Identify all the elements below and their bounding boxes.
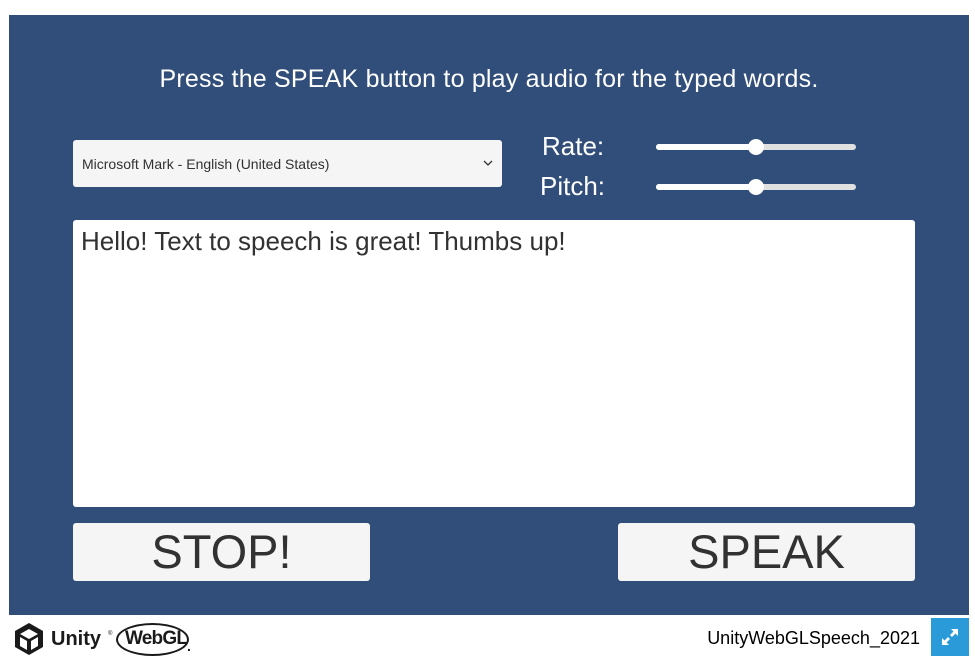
stop-button[interactable]: STOP!	[73, 523, 370, 581]
unity-canvas: Press the SPEAK button to play audio for…	[9, 15, 969, 615]
unity-webgl-logo: Unity ® WebGL .	[13, 620, 193, 658]
fullscreen-button[interactable]	[931, 618, 969, 656]
unity-wordmark: Unity	[51, 628, 101, 650]
unity-trademark: ®	[108, 631, 113, 637]
fullscreen-icon	[942, 629, 958, 645]
pitch-slider-fill	[656, 184, 756, 190]
rate-slider-handle[interactable]	[748, 139, 764, 155]
webgl-dot: .	[187, 638, 191, 654]
rate-slider[interactable]	[656, 137, 856, 157]
speech-text-input[interactable]: Hello! Text to speech is great! Thumbs u…	[73, 220, 915, 507]
speak-button[interactable]: SPEAK	[618, 523, 915, 581]
rate-label: Rate:	[542, 131, 605, 161]
chevron-down-icon	[481, 156, 495, 170]
voice-selected-label: Microsoft Mark - English (United States)	[82, 156, 330, 172]
pitch-label: Pitch:	[540, 171, 606, 201]
rate-slider-fill	[656, 144, 756, 150]
voice-dropdown[interactable]: Microsoft Mark - English (United States)	[73, 140, 502, 187]
build-title: UnityWebGLSpeech_2021	[707, 628, 920, 648]
webgl-wordmark: WebGL	[125, 628, 188, 649]
unity-cube-icon	[13, 622, 45, 656]
pitch-slider-handle[interactable]	[748, 179, 764, 195]
instruction-text: Press the SPEAK button to play audio for…	[159, 65, 819, 93]
pitch-slider[interactable]	[656, 177, 856, 197]
